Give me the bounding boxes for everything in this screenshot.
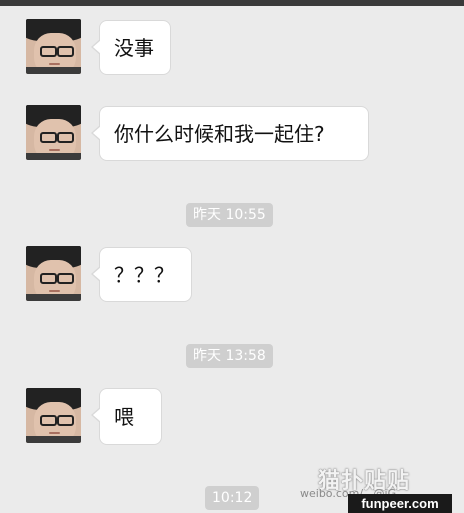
message-text: 没事: [114, 35, 154, 60]
avatar[interactable]: [26, 246, 81, 301]
top-bar: [0, 0, 464, 6]
message-bubble[interactable]: 你什么时候和我一起住?: [91, 106, 369, 161]
message-bubble[interactable]: 没事: [91, 20, 171, 75]
message-bubble[interactable]: ？？？: [91, 247, 192, 302]
timestamp: 昨天 10:55: [186, 203, 273, 227]
avatar[interactable]: [26, 105, 81, 160]
avatar[interactable]: [26, 388, 81, 443]
message-text: 喂: [114, 404, 134, 429]
avatar[interactable]: [26, 19, 81, 74]
timestamp: 昨天 13:58: [186, 344, 273, 368]
watermark-site: funpeer.com: [348, 494, 452, 513]
message-bubble[interactable]: 喂: [91, 388, 162, 445]
message-text: ？？？: [114, 262, 174, 287]
timestamp: 10:12: [205, 486, 260, 510]
message-text: 你什么时候和我一起住?: [114, 121, 325, 146]
